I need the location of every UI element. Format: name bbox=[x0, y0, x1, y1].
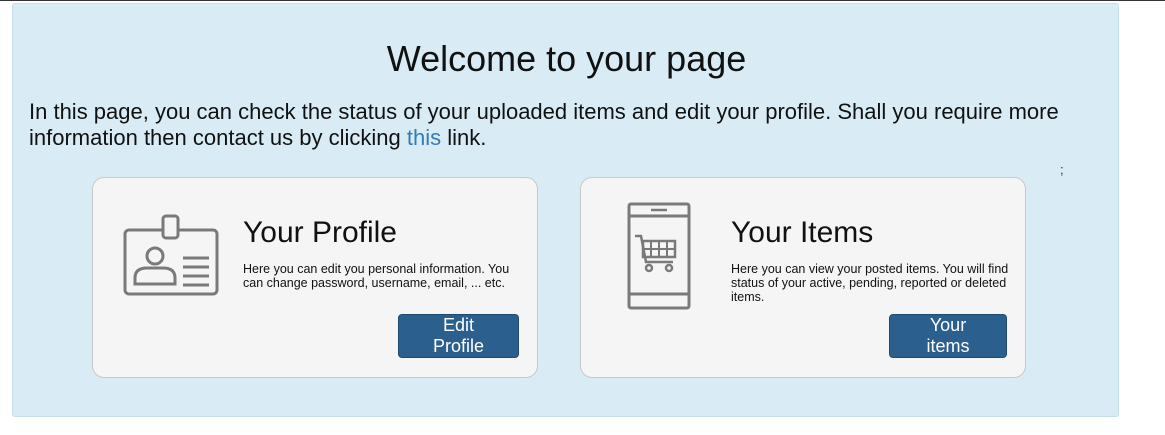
intro-text-before: In this page, you can check the status o… bbox=[29, 99, 1059, 150]
intro-text: In this page, you can check the status o… bbox=[29, 99, 1109, 151]
profile-card-title: Your Profile bbox=[243, 216, 397, 249]
page-title: Welcome to your page bbox=[386, 38, 747, 79]
intro-text-after: link. bbox=[441, 125, 487, 150]
id-badge-icon bbox=[123, 214, 219, 296]
mobile-cart-icon bbox=[627, 202, 691, 310]
profile-card-description: Here you can edit you personal informati… bbox=[243, 262, 510, 290]
items-card: Your Items Here you can view your posted… bbox=[580, 177, 1026, 378]
stray-semicolon: ; bbox=[1060, 162, 1064, 177]
profile-card: Your Profile Here you can edit you perso… bbox=[92, 177, 538, 378]
top-border bbox=[0, 0, 1165, 1]
items-card-title: Your Items bbox=[731, 216, 874, 249]
items-card-description: Here you can view your posted items. You… bbox=[731, 262, 1009, 304]
contact-link[interactable]: this bbox=[407, 125, 441, 150]
edit-profile-button[interactable]: Edit Profile bbox=[398, 314, 519, 358]
your-items-button[interactable]: Your items bbox=[889, 314, 1007, 358]
